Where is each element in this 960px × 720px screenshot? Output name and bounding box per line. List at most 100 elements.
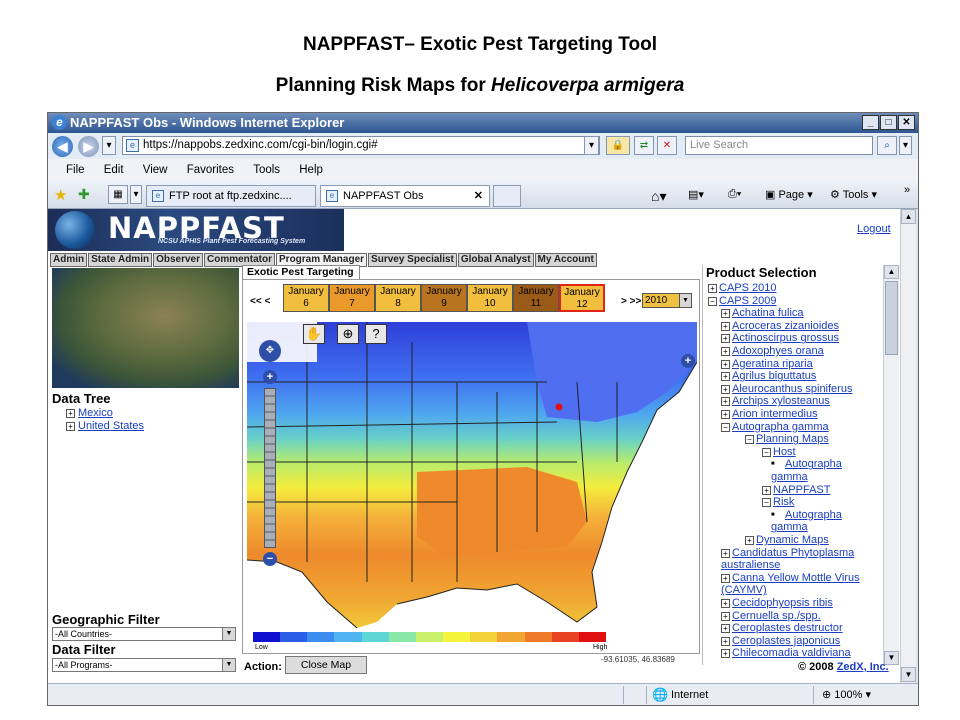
zoom-plus-icon[interactable]: +: [263, 370, 277, 384]
tab-exotic-pest-targeting[interactable]: Exotic Pest Targeting: [242, 265, 360, 279]
menu-edit[interactable]: Edit: [104, 164, 124, 176]
product-tree-item[interactable]: + Arion intermedius: [721, 408, 818, 421]
product-tree-item[interactable]: + Dynamic Maps: [745, 534, 829, 547]
product-tree-item[interactable]: − CAPS 2009: [708, 295, 776, 308]
next-dates-button[interactable]: > >>: [621, 296, 641, 307]
collapse-icon[interactable]: −: [762, 498, 771, 508]
product-scrollbar[interactable]: ▲ ▼: [883, 265, 899, 665]
expand-icon[interactable]: +: [721, 649, 730, 659]
expand-icon[interactable]: +: [708, 284, 717, 293]
expand-icon[interactable]: +: [721, 372, 730, 382]
collapse-icon[interactable]: −: [745, 435, 754, 445]
menu-file[interactable]: File: [66, 164, 85, 176]
overview-satellite-map[interactable]: [52, 268, 239, 388]
tab-state-admin[interactable]: State Admin: [88, 253, 153, 267]
close-map-button[interactable]: Close Map: [285, 656, 367, 674]
geographic-filter-select[interactable]: -All Countries- ▼: [52, 627, 236, 641]
data-filter-select[interactable]: -All Programs- ▼: [52, 658, 236, 672]
product-tree-item[interactable]: + Ceroplastes japonicus: [721, 635, 840, 648]
expand-icon[interactable]: +: [721, 548, 730, 558]
product-tree-item[interactable]: + CAPS 2010: [708, 282, 776, 295]
product-tree-item[interactable]: − Planning Maps: [745, 433, 829, 446]
expand-icon[interactable]: +: [762, 485, 771, 495]
expand-icon[interactable]: +: [66, 409, 75, 418]
product-tree-item[interactable]: + Adoxophyes orana: [721, 345, 824, 358]
product-tree-item[interactable]: australiense: [721, 559, 780, 572]
expand-icon[interactable]: +: [721, 334, 730, 344]
product-tree-item[interactable]: − Autographa gamma: [721, 421, 829, 434]
zoom-in-icon[interactable]: ⊕: [337, 324, 359, 344]
print-icon[interactable]: ⎙▾: [728, 188, 741, 201]
page-scroll-up-icon[interactable]: ▲: [901, 209, 916, 224]
add-favorite-icon[interactable]: ✚: [78, 186, 90, 203]
zoom-minus-icon[interactable]: −: [263, 552, 277, 566]
expand-icon[interactable]: +: [721, 599, 730, 608]
more-tools-icon[interactable]: »: [904, 184, 910, 196]
close-window-button[interactable]: ✕: [898, 115, 915, 130]
menu-view[interactable]: View: [143, 164, 168, 176]
address-dropdown-icon[interactable]: ▾: [584, 136, 599, 155]
tree-item-mexico[interactable]: + Mexico: [66, 407, 113, 419]
date-cell[interactable]: January 9: [421, 284, 467, 312]
expand-icon[interactable]: +: [721, 573, 730, 583]
date-cell[interactable]: January 6: [283, 284, 329, 312]
maximize-button[interactable]: □: [880, 115, 897, 130]
page-scroll-down-icon[interactable]: ▼: [901, 667, 916, 682]
zoom-slider[interactable]: [264, 388, 276, 548]
menu-help[interactable]: Help: [299, 164, 323, 176]
zoom-level[interactable]: ⊕ 100% ▾: [822, 684, 871, 705]
expand-icon[interactable]: +: [721, 309, 730, 319]
menu-tools[interactable]: Tools: [253, 164, 280, 176]
product-tree-item[interactable]: + Aleurocanthus spiniferus: [721, 383, 852, 396]
tab-observer[interactable]: Observer: [153, 253, 203, 267]
stop-icon[interactable]: ✕: [657, 136, 677, 155]
quick-tabs-icon[interactable]: ▦: [108, 185, 128, 204]
product-tree-item[interactable]: Autographa: [785, 509, 842, 522]
lock-icon[interactable]: 🔒: [606, 136, 630, 155]
expand-icon[interactable]: +: [66, 422, 75, 431]
search-options-icon[interactable]: ▾: [899, 136, 912, 155]
product-tree-item[interactable]: + Chilecomadia valdiviana: [721, 647, 851, 660]
product-tree-item[interactable]: + Agrilus biguttatus: [721, 370, 816, 383]
zedx-link[interactable]: ZedX, Inc.: [837, 661, 889, 673]
address-field[interactable]: e https://nappobs.zedxinc.com/cgi-bin/lo…: [122, 136, 600, 155]
query-icon[interactable]: ?: [365, 324, 387, 344]
product-tree-item[interactable]: + NAPPFAST: [762, 484, 830, 497]
tab-global-analyst[interactable]: Global Analyst: [457, 253, 534, 267]
product-tree-item[interactable]: + Acroceras zizanioides: [721, 320, 839, 333]
tab-list-icon[interactable]: ▾: [130, 185, 142, 204]
tools-menu[interactable]: ⚙ Tools ▾: [830, 188, 877, 201]
expand-icon[interactable]: +: [721, 410, 730, 419]
expand-icon[interactable]: +: [721, 636, 730, 646]
product-tree-item[interactable]: + Ageratina riparia: [721, 358, 813, 371]
product-tree-item[interactable]: + Cernuella sp./spp.: [721, 610, 821, 623]
collapse-icon[interactable]: −: [762, 447, 771, 457]
tab-nappfast-obs[interactable]: e NAPPFAST Obs ✕: [320, 185, 490, 207]
search-icon[interactable]: ⌕: [877, 136, 897, 155]
expand-map-icon[interactable]: +: [681, 354, 695, 368]
date-cell[interactable]: January 8: [375, 284, 421, 312]
collapse-icon[interactable]: −: [708, 296, 717, 306]
feeds-icon[interactable]: ▤▾: [688, 188, 704, 201]
product-tree-item[interactable]: + Ceroplastes destructor: [721, 622, 843, 635]
product-tree-item[interactable]: + Cecidophyopsis ribis: [721, 597, 833, 610]
tab-admin[interactable]: Admin: [50, 253, 88, 267]
page-menu[interactable]: ▣ Page ▾: [765, 188, 813, 201]
product-tree-item[interactable]: + Canna Yellow Mottle Virus: [721, 572, 860, 585]
product-tree-item[interactable]: + Achatina fulica: [721, 307, 804, 320]
expand-icon[interactable]: +: [721, 624, 730, 634]
product-tree-item[interactable]: − Host: [762, 446, 796, 459]
expand-icon[interactable]: +: [721, 359, 730, 369]
scroll-thumb[interactable]: [885, 281, 898, 355]
collapse-icon[interactable]: −: [721, 422, 730, 432]
home-icon[interactable]: ⌂▾: [651, 188, 666, 205]
refresh-icon[interactable]: ⇄: [634, 136, 654, 155]
tab-survey-specialist[interactable]: Survey Specialist: [368, 253, 457, 267]
date-cell[interactable]: January 12: [559, 284, 605, 312]
close-tab-icon[interactable]: ✕: [474, 186, 483, 206]
product-tree-item[interactable]: + Candidatus Phytoplasma: [721, 547, 854, 560]
expand-icon[interactable]: +: [721, 384, 730, 394]
logout-link[interactable]: Logout: [857, 223, 891, 235]
new-tab-button[interactable]: [493, 185, 521, 207]
pan-hand-icon[interactable]: ✋: [303, 324, 325, 344]
